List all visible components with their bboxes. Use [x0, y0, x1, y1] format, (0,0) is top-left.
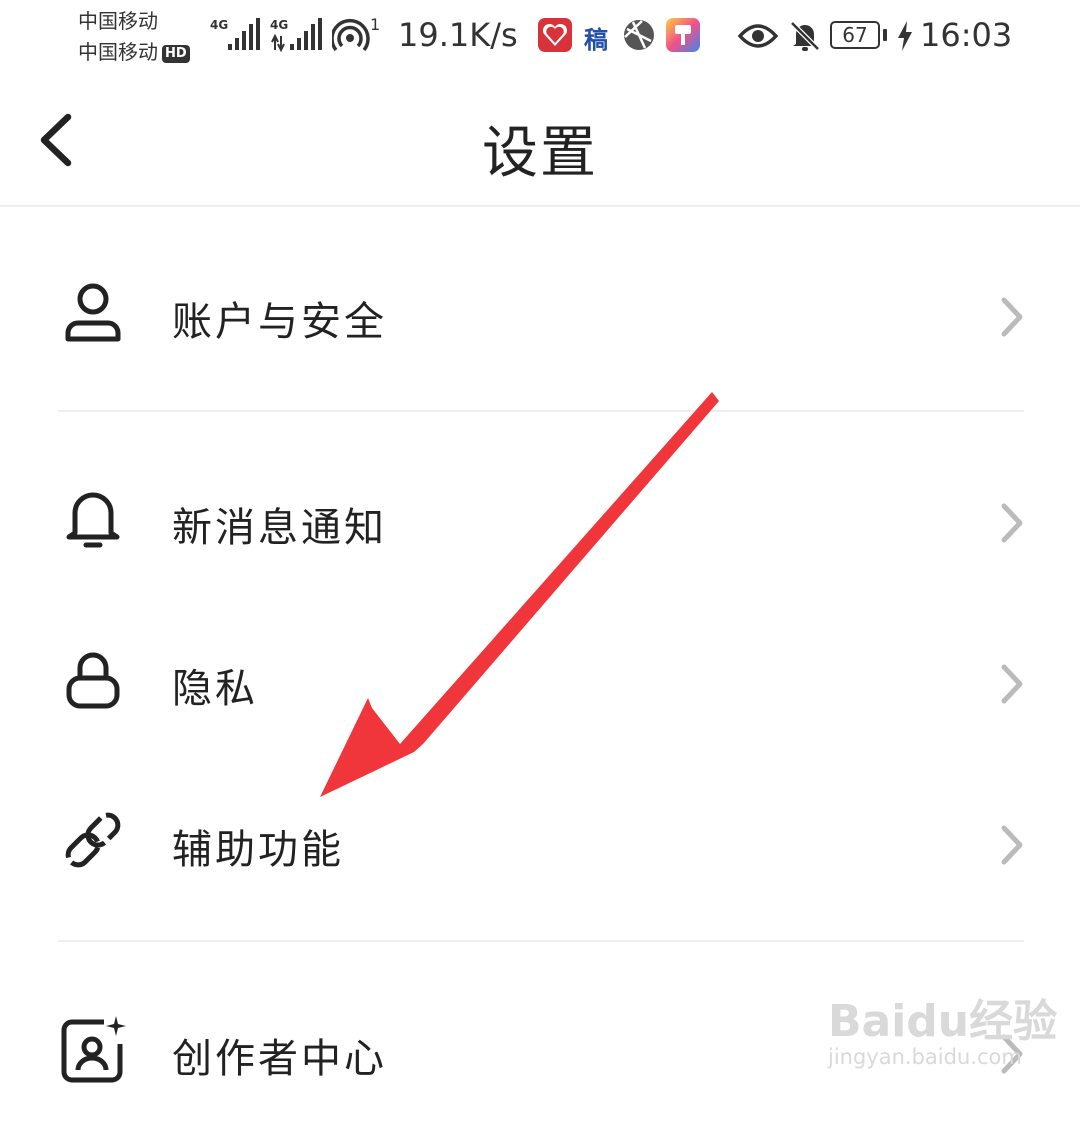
watermark-brand: Baidu经验	[828, 996, 1058, 1047]
annotation-arrow	[320, 392, 719, 797]
baidu-jingyan-watermark: Baidu经验 jingyan.baidu.com	[828, 985, 1057, 1069]
annotation-arrow-shape	[320, 392, 719, 797]
